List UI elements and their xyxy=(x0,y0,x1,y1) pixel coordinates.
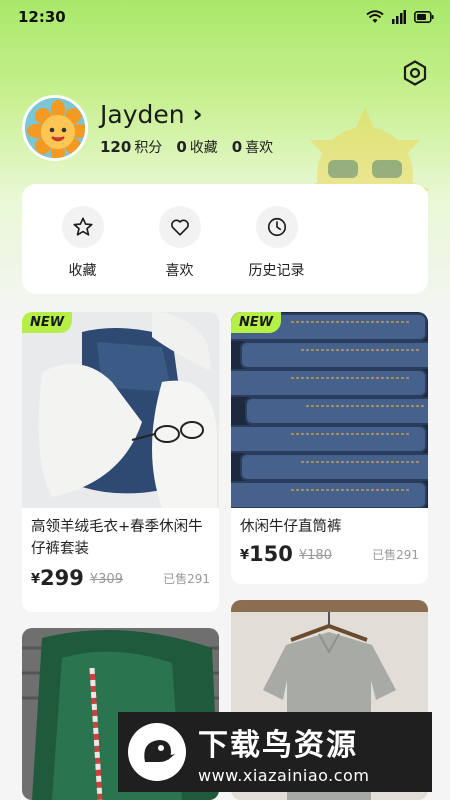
status-bar: 12:30 xyxy=(0,0,450,34)
new-badge: NEW xyxy=(231,312,282,333)
signal-icon xyxy=(392,10,406,24)
sunflower-avatar-icon xyxy=(25,98,85,158)
product-title: 高领羊绒毛衣+春季休闲牛仔裤套装 xyxy=(31,519,203,557)
quick-action-likes[interactable]: 喜欢 xyxy=(131,184,228,294)
avatar[interactable] xyxy=(22,95,88,161)
product-sold-count: 已售291 xyxy=(372,548,419,562)
profile-stats: 120 积分 0 收藏 0 喜欢 xyxy=(100,137,273,157)
stacked-jeans-photo xyxy=(231,312,428,509)
username-link[interactable]: Jayden › xyxy=(100,100,273,129)
product-original-price: ¥180 xyxy=(298,548,332,563)
product-card[interactable]: NEW 高领羊绒毛衣+春季休闲牛仔裤套装 ¥ 299 ¥309 已售291 xyxy=(22,312,219,612)
battery-icon xyxy=(414,11,434,23)
username: Jayden xyxy=(100,99,185,129)
currency-symbol: ¥ xyxy=(240,548,250,563)
product-sold-count: 已售291 xyxy=(163,572,210,586)
heart-icon xyxy=(170,219,189,236)
star-icon xyxy=(72,217,93,236)
profile-section[interactable]: Jayden › 120 积分 0 收藏 0 喜欢 xyxy=(22,95,273,161)
stat-favorites[interactable]: 0 收藏 xyxy=(176,137,217,157)
sweater-and-jeans-photo xyxy=(22,312,219,508)
new-badge: NEW xyxy=(22,312,73,333)
wifi-icon xyxy=(366,10,384,23)
clock-icon xyxy=(267,217,286,237)
quick-actions-card: 收藏 喜欢 历史记录 xyxy=(22,184,428,294)
stat-points[interactable]: 120 积分 xyxy=(100,137,162,157)
stat-likes[interactable]: 0 喜欢 xyxy=(232,137,273,157)
product-price: 299 xyxy=(40,566,84,590)
watermark-url: www.xiazainiao.com xyxy=(198,765,370,785)
product-original-price: ¥309 xyxy=(89,572,123,587)
quick-action-favorites[interactable]: 收藏 xyxy=(34,184,131,294)
quick-action-label: 历史记录 xyxy=(248,263,305,279)
quick-action-history[interactable]: 历史记录 xyxy=(228,184,325,294)
watermark-banner: 下载鸟资源 www.xiazainiao.com xyxy=(118,712,432,792)
product-title: 休闲牛仔直筒裤 xyxy=(240,519,342,535)
watermark-title: 下载鸟资源 xyxy=(198,727,358,763)
settings-hexagon-icon[interactable] xyxy=(402,60,428,86)
quick-action-label: 喜欢 xyxy=(165,263,194,279)
product-price: 150 xyxy=(249,542,293,566)
bird-logo-icon xyxy=(128,723,186,781)
status-time: 12:30 xyxy=(18,8,66,26)
product-card[interactable]: NEW 休闲牛仔直筒裤 ¥ 150 ¥180 已售291 xyxy=(231,312,428,584)
quick-action-label: 收藏 xyxy=(68,263,97,279)
currency-symbol: ¥ xyxy=(31,572,41,587)
chevron-right-icon: › xyxy=(192,100,203,128)
